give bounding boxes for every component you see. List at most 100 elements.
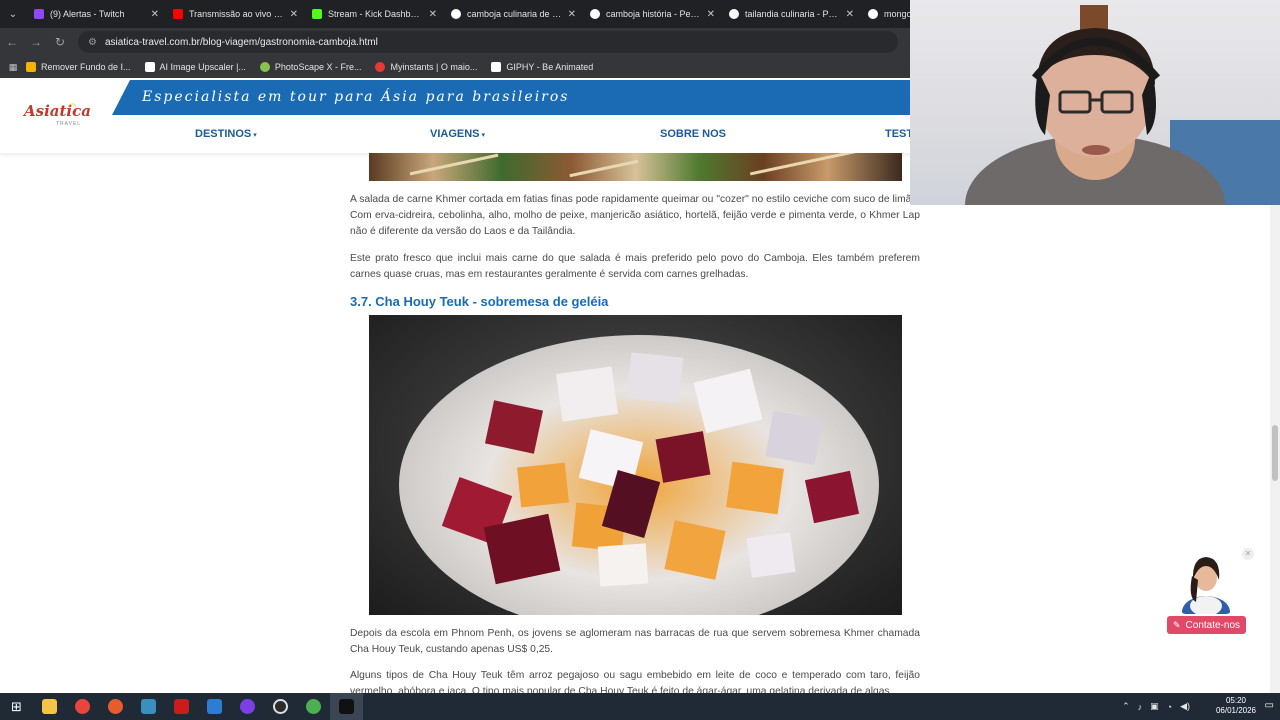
bookmark-item[interactable]: GIPHY - Be Animated: [491, 62, 593, 72]
browser-tab[interactable]: tailandia culinaria - Pesquisa ✕: [721, 0, 860, 28]
microphone-icon[interactable]: ♪: [1138, 702, 1143, 712]
page-scrollbar[interactable]: [1270, 205, 1280, 693]
notification-icon[interactable]: ▭: [1265, 700, 1274, 711]
url-text: asiatica-travel.com.br/blog-viagem/gastr…: [104, 36, 378, 48]
article-paragraph: A salada de carne Khmer cortada em fatia…: [350, 194, 920, 237]
bookmark-item[interactable]: AI Image Upscaler |...: [144, 62, 246, 72]
file-explorer-icon[interactable]: [33, 693, 66, 720]
taskbar: ⊞ ⌃ ♪ ▣ ◔ ◀) 05:20 06/01/2026 ▭: [0, 693, 1280, 720]
streamer-figure: [965, 5, 1280, 205]
site-logo[interactable]: Asiatica ◠ TRAVEL: [24, 102, 94, 132]
system-clock[interactable]: 05:20 06/01/2026: [1216, 696, 1256, 716]
app-icon[interactable]: [231, 693, 264, 720]
close-tab-icon[interactable]: ✕: [846, 9, 854, 20]
logo-swoosh-icon: ◠: [68, 102, 77, 113]
youtube-icon: [173, 9, 183, 19]
google-icon: [590, 9, 600, 19]
close-tab-icon[interactable]: ✕: [707, 9, 715, 20]
nav-testemunhos[interactable]: TEST: [885, 128, 913, 140]
nav-viagens[interactable]: VIAGENS ▾: [430, 128, 485, 140]
google-icon: [868, 9, 878, 19]
caret-down-icon: ▾: [253, 132, 257, 139]
tab-title: camboja culinaria de capital: [467, 9, 562, 19]
google-icon: [451, 9, 461, 19]
browser-tab[interactable]: camboja culinaria de capital ✕: [443, 0, 582, 28]
close-widget-icon[interactable]: ✕: [1242, 548, 1254, 560]
close-tab-icon[interactable]: ✕: [151, 9, 159, 20]
article-paragraph: Depois da escola em Phnom Penh, os joven…: [350, 628, 920, 655]
forward-icon[interactable]: →: [24, 28, 48, 56]
app-icon[interactable]: [198, 693, 231, 720]
bookmark-item[interactable]: PhotoScape X - Fre...: [259, 62, 362, 72]
nav-label: VIAGENS: [430, 128, 480, 140]
bookmark-label: AI Image Upscaler |...: [159, 62, 246, 72]
url-input[interactable]: ⚙ asiatica-travel.com.br/blog-viagem/gas…: [78, 31, 898, 53]
bookmark-item[interactable]: Remover Fundo de I...: [26, 62, 131, 72]
back-icon[interactable]: ←: [0, 28, 24, 56]
bookmark-icon: [26, 62, 36, 72]
scrollbar-thumb[interactable]: [1272, 425, 1278, 481]
bookmark-icon: [259, 62, 270, 72]
wifi-icon[interactable]: ◔: [1167, 702, 1172, 712]
logo-subtext: TRAVEL: [56, 121, 82, 127]
browser-tab[interactable]: Transmissão ao vivo - YouTube ✕: [165, 0, 304, 28]
logo-text: Asiatica: [24, 102, 91, 120]
app-icon[interactable]: [165, 693, 198, 720]
bookmark-label: Remover Fundo de I...: [41, 62, 131, 72]
tab-title: tailandia culinaria - Pesquisa: [745, 9, 840, 19]
tagline-banner: Especialista em tour para Ásia para bras…: [112, 80, 910, 115]
app-icon[interactable]: [99, 693, 132, 720]
app-icon[interactable]: [132, 693, 165, 720]
bookmark-label: Myinstants | O maio...: [390, 62, 478, 72]
khmer-salad-image: [369, 153, 902, 181]
caret-down-icon: ▾: [481, 132, 486, 139]
chat-icon: ✎: [1172, 619, 1181, 630]
clock-date: 06/01/2026: [1215, 706, 1256, 715]
bookmark-label: PhotoScape X - Fre...: [274, 62, 362, 72]
nav-sobre-nos[interactable]: SOBRE NOS: [660, 128, 726, 140]
article-paragraph: Este prato fresco que inclui mais carne …: [350, 253, 920, 280]
bookmark-label: GIPHY - Be Animated: [506, 62, 594, 72]
webcam-overlay: [910, 0, 1280, 205]
bookmark-icon: [491, 62, 502, 72]
chrome-icon[interactable]: [66, 693, 99, 720]
contact-label: Contate-nos: [1185, 619, 1241, 631]
section-heading: 3.7. Cha Houy Teuk - sobremesa de geléia: [350, 294, 609, 309]
reload-icon[interactable]: ↻: [48, 28, 72, 56]
kick-icon: [312, 9, 322, 19]
support-agent-avatar[interactable]: [1180, 550, 1232, 614]
clock-time: 05:20: [1225, 696, 1246, 705]
close-tab-icon[interactable]: ✕: [429, 9, 437, 20]
tagline-text: Especialista em tour para Ásia para bras…: [142, 89, 570, 105]
site-info-icon[interactable]: ⚙: [88, 37, 97, 48]
close-tab-icon[interactable]: ✕: [290, 9, 298, 20]
nav-label: DESTINOS: [195, 128, 252, 140]
obs-icon[interactable]: [264, 693, 297, 720]
bookmark-item[interactable]: Myinstants | O maio...: [375, 62, 477, 72]
nav-label: SOBRE NOS: [660, 128, 727, 140]
epic-games-icon[interactable]: [330, 693, 363, 720]
nav-destinos[interactable]: DESTINOS ▾: [195, 128, 257, 140]
chrome-icon[interactable]: [297, 693, 330, 720]
twitch-icon: [34, 9, 44, 19]
browser-tab[interactable]: Stream - Kick Dashboard ✕: [304, 0, 443, 28]
nav-label: TEST: [885, 128, 914, 140]
tab-search-icon[interactable]: ⌄: [0, 0, 26, 28]
network-icon[interactable]: ▣: [1150, 701, 1159, 712]
apps-icon[interactable]: ▦: [0, 62, 26, 73]
tab-title: camboja história - Pesquisa: [606, 9, 701, 19]
tab-title: Transmissão ao vivo - YouTube: [189, 9, 284, 19]
close-tab-icon[interactable]: ✕: [568, 9, 576, 20]
bookmark-icon: [375, 62, 386, 72]
browser-tab[interactable]: (9) Alertas - Twitch ✕: [26, 0, 165, 28]
browser-tab[interactable]: camboja história - Pesquisa ✕: [582, 0, 721, 28]
contact-us-button[interactable]: ✎ Contate-nos: [1167, 616, 1246, 634]
volume-icon[interactable]: ◀): [1180, 701, 1190, 712]
google-icon: [729, 9, 739, 19]
tab-title: Stream - Kick Dashboard: [328, 9, 423, 19]
chevron-up-icon[interactable]: ⌃: [1122, 701, 1130, 712]
start-icon[interactable]: ⊞: [0, 693, 33, 720]
bookmark-icon: [144, 62, 155, 72]
cha-houy-teuk-image: [369, 315, 902, 615]
tab-title: (9) Alertas - Twitch: [50, 9, 125, 19]
